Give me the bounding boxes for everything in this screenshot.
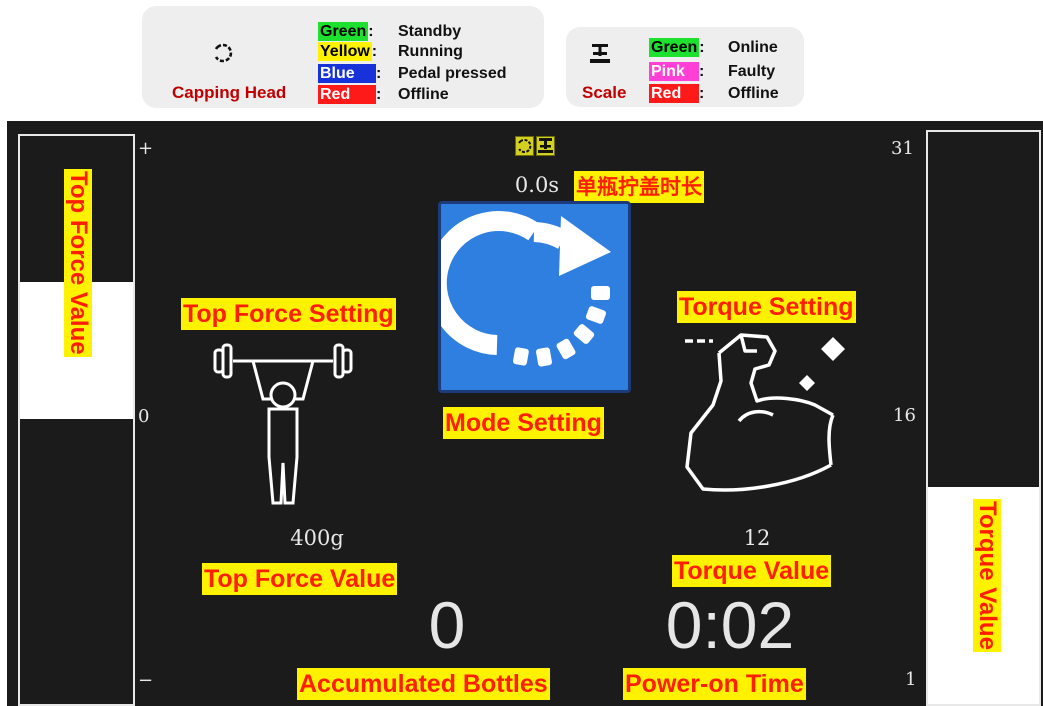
capping-head-icon [214,43,233,63]
legend-row-text: Running [398,43,463,60]
top-force-setting-button[interactable] [213,337,353,507]
legend-row-red: Red: [649,84,704,103]
separator: : [699,39,705,56]
legend-row-text: Faulty [728,63,776,80]
accumulated-bottles-annotation: Accumulated Bottles [297,668,550,700]
color-swatch: Red [318,85,376,104]
torque-mid-tick: 16 [893,405,916,426]
legend-row-green: Green: [318,22,374,41]
legend-row-blue: Blue: [318,64,381,83]
separator: : [699,85,705,102]
torque-min-tick: 1 [905,669,917,690]
top-force-value-annotation: Top Force Value [64,169,92,357]
top-force-setting-annotation: Top Force Setting [181,298,396,330]
color-swatch: Green [649,38,700,57]
accumulated-bottles-value: 0 [428,588,466,662]
legend-row-green: Green: [649,38,705,57]
cycle-time-value: 0.0s [514,173,560,197]
cycle-time-annotation: 单瓶拧盖时长 [574,171,704,203]
torque-setting-annotation: Torque Setting [677,291,856,323]
top-force-value: 400g [290,526,344,550]
scale-legend: Scale Green: Online Pink: Faulty Red: Of… [566,27,804,107]
scale-icon [590,44,610,63]
color-swatch: Yellow [318,42,372,61]
torque-setting-button[interactable] [683,329,863,499]
capping-head-icon [518,139,532,153]
legend-row-text: Pedal pressed [398,65,507,82]
separator: : [368,23,374,40]
device-screen: Top Force Value + 0 − Torque Value 31 16… [7,121,1043,706]
torque-value: 12 [743,526,771,550]
top-force-min-tick: − [138,670,154,691]
power-on-time-annotation: Power-on Time [623,668,806,700]
legend-row-text: Online [728,39,778,56]
separator: : [371,43,378,60]
top-force-max-tick: + [138,138,154,159]
color-swatch: Blue [318,64,376,83]
legend-title: Capping Head [172,83,287,102]
legend-row-yellow: Yellow: [318,42,377,61]
legend-row-text: Offline [728,85,779,102]
mode-button[interactable] [426,201,631,393]
torque-value-annotation-bottom: Torque Value [672,555,832,587]
torque-max-tick: 31 [891,138,914,159]
capping-head-legend: Capping Head Green: Standby Yellow: Runn… [142,6,544,108]
scale-status-icon[interactable] [536,136,555,156]
scale-icon [538,138,553,153]
legend-row-pink: Pink: [649,62,704,81]
capping-head-status-icon[interactable] [515,136,534,156]
top-force-zero-tick: 0 [138,406,150,427]
color-swatch: Green [318,22,369,41]
flexed-arm-icon [685,333,845,492]
legend-title: Scale [582,83,627,102]
power-on-time-value: 0:02 [665,588,795,662]
refresh-arrow-icon [426,211,611,367]
legend-row-text: Standby [398,23,462,40]
color-swatch: Red [649,84,699,103]
separator: : [376,65,382,82]
top-force-value-annotation-bottom: Top Force Value [202,563,398,595]
weightlifter-icon [213,343,353,505]
separator: : [376,86,382,103]
mode-setting-annotation: Mode Setting [443,407,604,439]
color-swatch: Pink [649,62,699,81]
legend-row-text: Offline [398,86,449,103]
separator: : [699,63,705,80]
torque-value-annotation: Torque Value [973,499,1001,652]
legend-row-red: Red: [318,85,381,104]
